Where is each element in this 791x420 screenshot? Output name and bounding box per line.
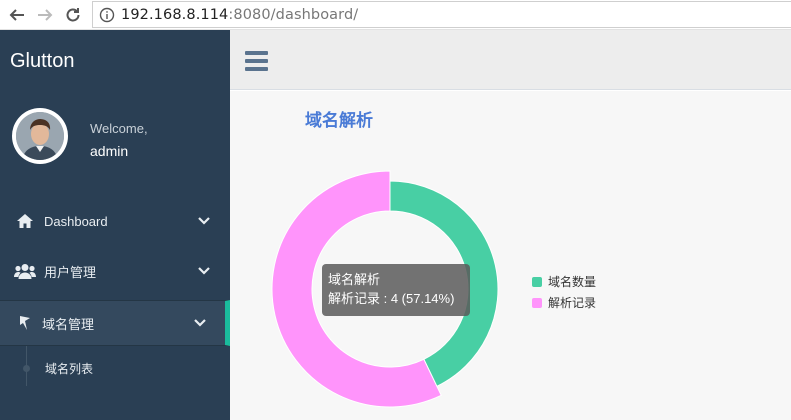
users-icon [14,261,36,281]
forward-button[interactable] [34,4,56,26]
chevron-down-icon [193,316,207,330]
tooltip-title: 域名解析 [328,272,381,287]
sidebar-item-users[interactable]: 用户管理 [0,248,230,294]
menu-toggle-icon[interactable] [245,51,268,71]
main-content: 域名解析 域名数量 解析记录 域名解析 解析记录 : 4 (57.14%) [230,91,791,420]
welcome-text: Welcome, [90,121,148,136]
brand-title[interactable]: Glutton [10,50,74,73]
sidebar-item-domains[interactable]: 域名管理 [0,300,230,346]
url-text: 192.168.8.114:8080/dashboard/ [121,6,359,23]
user-photo-icon [16,112,64,160]
reload-icon [66,8,80,22]
domain-icon [14,313,36,333]
sidebar-item-dashboard[interactable]: Dashboard [0,198,230,244]
submenu-domains: 域名列表 [0,346,230,386]
submenu-dot [23,365,30,372]
submenu-item-domain-list[interactable]: 域名列表 [45,360,93,377]
chevron-down-icon [197,214,211,228]
back-button[interactable] [6,4,28,26]
reload-button[interactable] [62,4,84,26]
browser-toolbar: 192.168.8.114:8080/dashboard/ [0,0,791,30]
home-icon [14,211,36,231]
address-bar[interactable]: 192.168.8.114:8080/dashboard/ [92,1,791,28]
legend-swatch [532,297,542,308]
chart-legend: 域名数量 解析记录 [532,271,596,313]
sidebar-item-label: 用户管理 [44,264,97,280]
tooltip-body: 解析记录 : 4 (57.14%) [328,291,455,306]
legend-item-domains[interactable]: 域名数量 [532,271,596,292]
sidebar: Glutton Welcome, admin Dashboard 用户管理 域名… [0,30,230,420]
username-text: admin [90,143,129,159]
info-icon[interactable] [99,7,115,23]
legend-label: 域名数量 [548,275,597,289]
donut-chart [271,170,499,408]
sidebar-item-label: 域名管理 [42,316,95,332]
back-arrow-icon [9,9,24,21]
legend-swatch [532,276,542,287]
chart-tooltip: 域名解析 解析记录 : 4 (57.14%) [322,264,470,316]
legend-label: 解析记录 [548,296,597,310]
chevron-down-icon [197,264,211,278]
sidebar-item-label: Dashboard [44,213,108,229]
top-navbar [230,30,791,90]
legend-item-records[interactable]: 解析记录 [532,292,596,313]
forward-arrow-icon [38,9,53,21]
avatar [12,108,68,164]
